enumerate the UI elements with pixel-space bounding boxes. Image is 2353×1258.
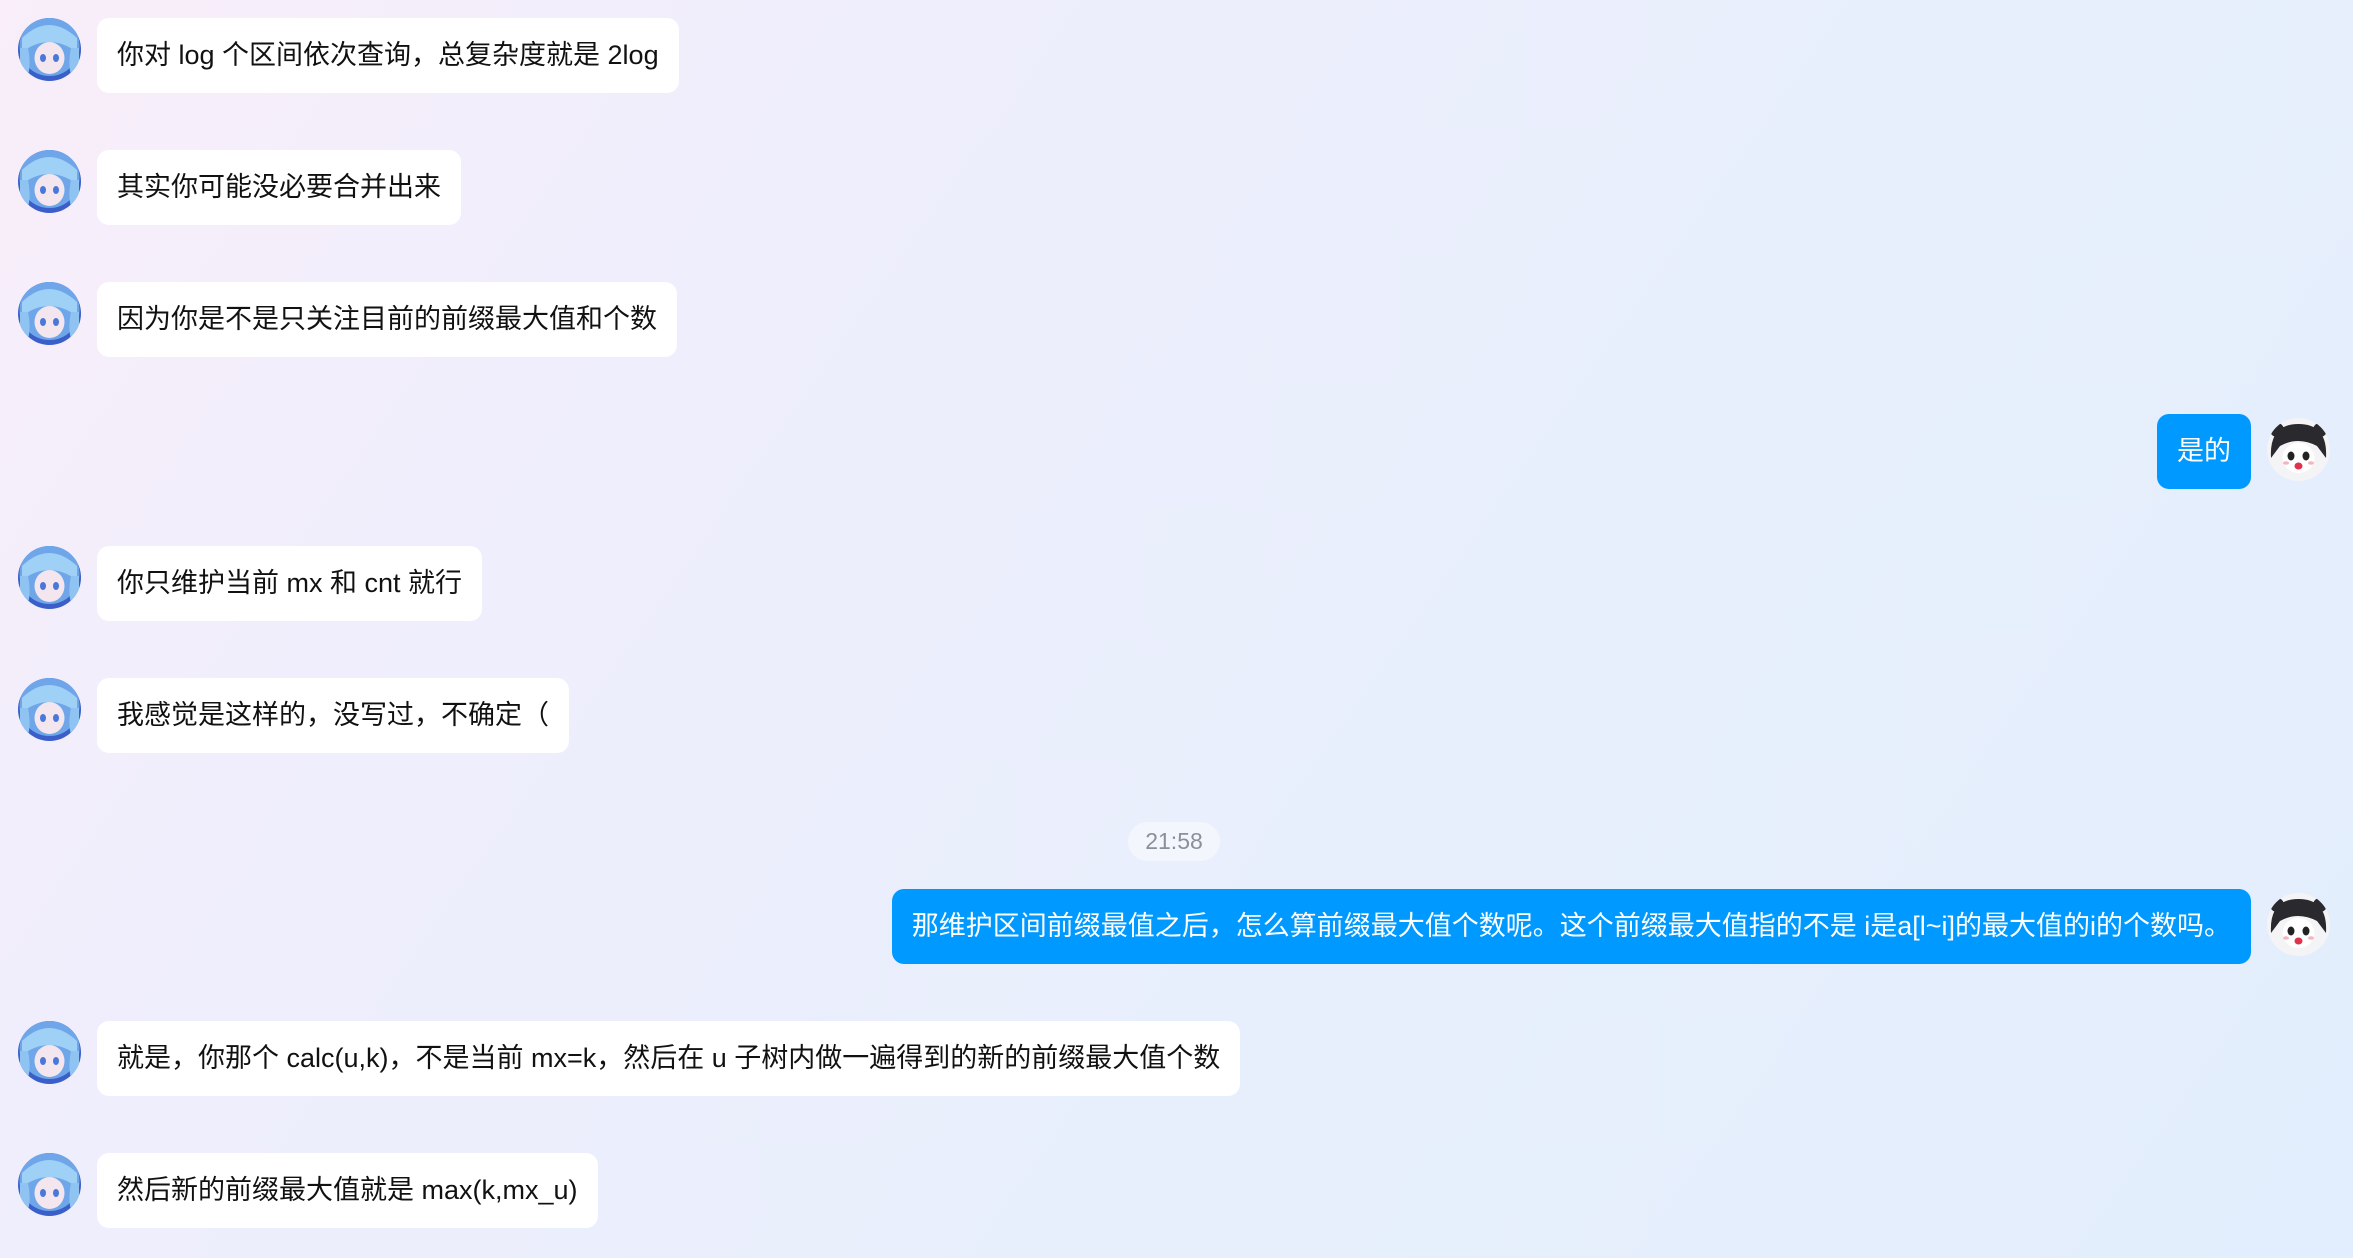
message-row-outgoing: 那维护区间前缀最值之后，怎么算前缀最大值个数呢。这个前缀最大值指的不是 i是a[…: [130, 889, 2330, 964]
message-bubble[interactable]: 就是，你那个 calc(u,k)，不是当前 mx=k，然后在 u 子树内做一遍得…: [97, 1021, 1241, 1096]
self-avatar[interactable]: [2267, 418, 2330, 481]
message-bubble[interactable]: 然后新的前缀最大值就是 max(k,mx_u): [97, 1153, 598, 1228]
contact-avatar[interactable]: [18, 1021, 81, 1084]
self-avatar[interactable]: [2267, 893, 2330, 956]
contact-avatar[interactable]: [18, 18, 81, 81]
message-bubble[interactable]: 那维护区间前缀最值之后，怎么算前缀最大值个数呢。这个前缀最大值指的不是 i是a[…: [891, 889, 2251, 964]
contact-avatar[interactable]: [18, 150, 81, 213]
contact-avatar[interactable]: [18, 546, 81, 609]
message-bubble[interactable]: 我感觉是这样的，没写过，不确定（: [97, 678, 569, 753]
message-bubble[interactable]: 是的: [2157, 414, 2251, 489]
contact-avatar[interactable]: [18, 678, 81, 741]
message-timestamp: 21:58: [1128, 822, 1220, 861]
contact-avatar[interactable]: [18, 1153, 81, 1216]
chat-message-area[interactable]: 你对 log 个区间依次查询，总复杂度就是 2log 其实你可能没必要合并出来: [0, 0, 2353, 1258]
message-bubble[interactable]: 因为你是不是只关注目前的前缀最大值和个数: [97, 282, 677, 357]
message-row-outgoing: 是的: [1730, 414, 2330, 489]
contact-avatar[interactable]: [18, 282, 81, 345]
message-bubble[interactable]: 你只维护当前 mx 和 cnt 就行: [97, 546, 483, 621]
message-bubble[interactable]: 你对 log 个区间依次查询，总复杂度就是 2log: [97, 18, 679, 93]
message-bubble[interactable]: 其实你可能没必要合并出来: [97, 150, 461, 225]
